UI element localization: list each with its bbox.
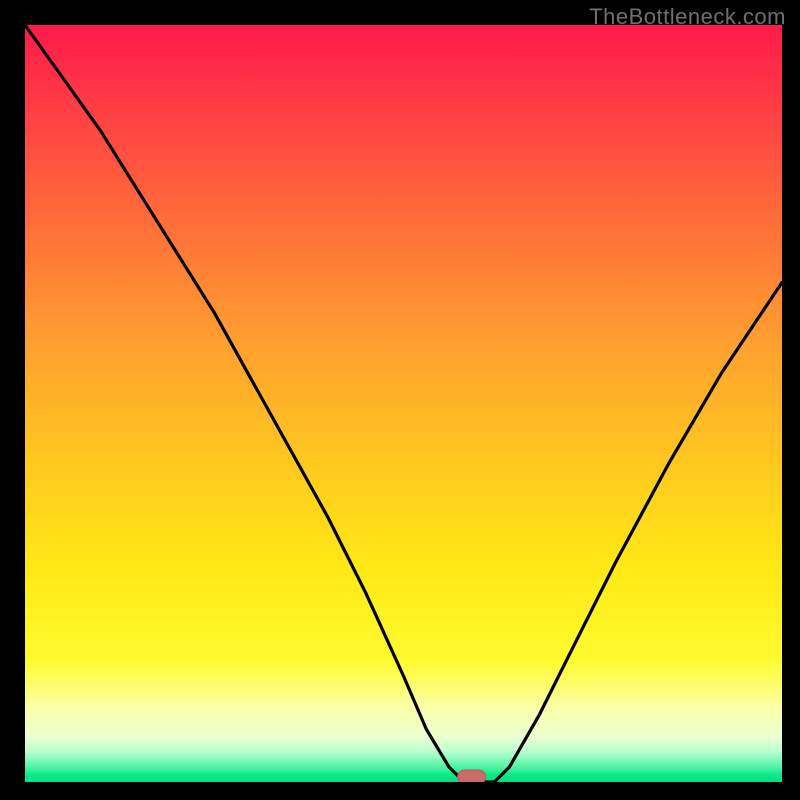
- bottleneck-curve: [25, 25, 782, 782]
- watermark-text: TheBottleneck.com: [589, 4, 786, 30]
- optimal-marker: [458, 770, 486, 782]
- chart-frame: TheBottleneck.com: [0, 0, 800, 800]
- plot-area: [25, 25, 782, 782]
- curve-layer: [25, 25, 782, 782]
